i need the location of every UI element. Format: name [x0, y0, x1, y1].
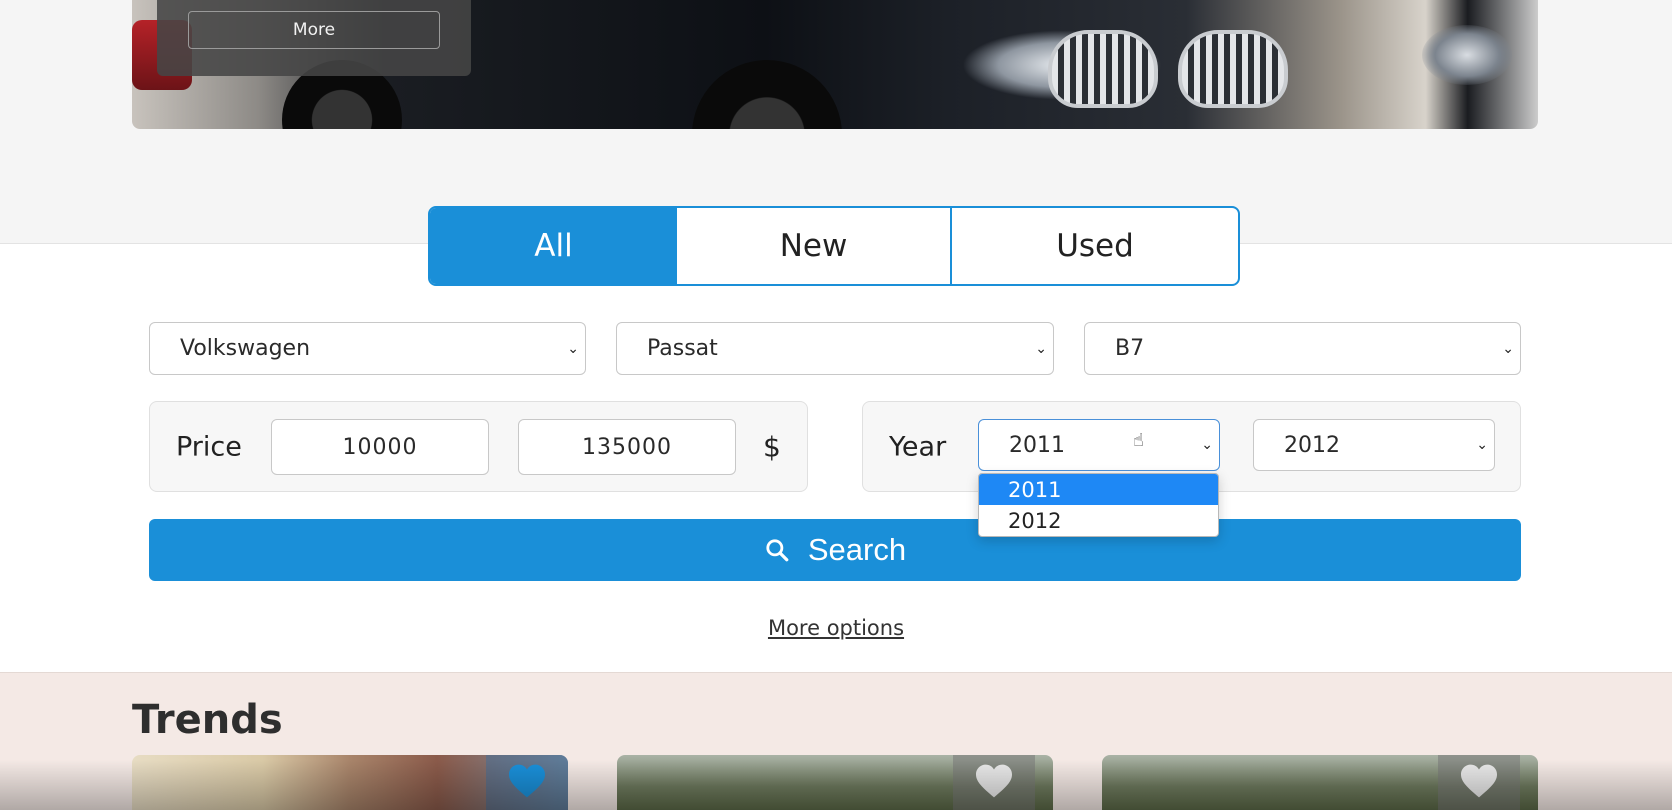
hand-pointer-cursor-icon: ☝ [1133, 430, 1144, 451]
hero-promo-box: More [157, 0, 471, 76]
make-select[interactable]: Volkswagen ⌄ [149, 322, 586, 375]
condition-tabs: All New Used [428, 206, 1240, 286]
currency-symbol: $ [763, 430, 781, 463]
more-options-row: More options [0, 616, 1672, 640]
car-wheel [692, 60, 842, 129]
year-to-value: 2012 [1284, 432, 1340, 458]
favorite-button[interactable] [486, 755, 568, 810]
model-select-value: Passat [647, 336, 718, 361]
favorite-button[interactable] [1438, 755, 1520, 810]
tab-new[interactable]: New [677, 208, 952, 284]
favorite-button[interactable] [953, 755, 1035, 810]
price-label: Price [176, 431, 242, 462]
trends-section: Trends [0, 672, 1672, 810]
tab-used[interactable]: Used [952, 208, 1238, 284]
price-max-input[interactable]: 135000 [518, 419, 736, 475]
chevron-down-icon: ⌄ [567, 340, 579, 357]
heart-icon [976, 764, 1012, 798]
hero-more-button[interactable]: More [188, 11, 440, 49]
heart-icon [1461, 764, 1497, 798]
year-label: Year [889, 431, 947, 462]
year-to-select[interactable]: 2012 ⌄ [1253, 419, 1495, 471]
year-option[interactable]: 2012 [979, 505, 1218, 536]
search-icon [766, 539, 789, 562]
year-option[interactable]: 2011 [979, 474, 1218, 505]
tab-all[interactable]: All [430, 208, 677, 284]
model-select[interactable]: Passat ⌄ [616, 322, 1054, 375]
trend-card[interactable] [1102, 755, 1538, 810]
heart-icon [509, 764, 545, 798]
trend-card[interactable] [617, 755, 1053, 810]
generation-select-value: B7 [1115, 336, 1145, 361]
price-min-input[interactable]: 10000 [271, 419, 489, 475]
trend-card[interactable] [132, 755, 568, 810]
generation-select[interactable]: B7 ⌄ [1084, 322, 1521, 375]
make-select-value: Volkswagen [180, 336, 311, 361]
trends-title: Trends [132, 697, 283, 743]
grille-left [1048, 30, 1158, 108]
chevron-down-icon: ⌄ [1201, 437, 1213, 453]
more-options-link[interactable]: More options [768, 616, 904, 640]
search-button[interactable]: Search [149, 519, 1521, 581]
chevron-down-icon: ⌄ [1502, 340, 1514, 357]
search-button-label: Search [807, 532, 907, 567]
year-from-select[interactable]: 2011 ⌄ [978, 419, 1220, 471]
year-from-dropdown: 2011 2012 [978, 473, 1219, 537]
year-from-value: 2011 [1009, 432, 1065, 458]
price-filter: Price 10000 135000 $ [149, 401, 808, 492]
headlight [1422, 25, 1512, 85]
chevron-down-icon: ⌄ [1476, 437, 1488, 453]
grille-right [1178, 30, 1288, 108]
chevron-down-icon: ⌄ [1035, 340, 1047, 357]
